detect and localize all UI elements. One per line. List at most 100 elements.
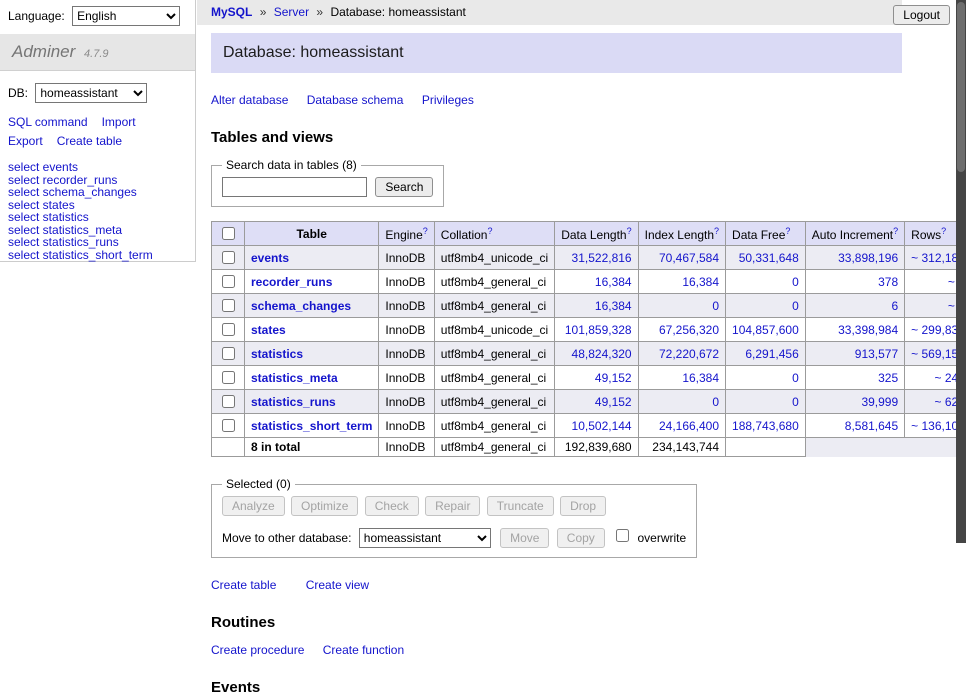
check-button[interactable]: Check — [365, 496, 419, 516]
drop-button[interactable]: Drop — [560, 496, 606, 516]
table-header-row: Table Engine? Collation? Data Length? In… — [212, 222, 966, 246]
app-name: Adminer — [12, 42, 75, 61]
create-view-link[interactable]: Create view — [306, 578, 369, 592]
help-link[interactable]: ? — [893, 226, 898, 236]
data-free-link[interactable]: 0 — [792, 371, 799, 385]
sidebar-select-statistics-short-term[interactable]: select statistics_short_term — [8, 248, 153, 262]
optimize-button[interactable]: Optimize — [291, 496, 358, 516]
table-row: states InnoDB utf8mb4_unicode_ci 101,859… — [212, 318, 966, 342]
select-all-checkbox[interactable] — [222, 227, 235, 240]
repair-button[interactable]: Repair — [425, 496, 480, 516]
help-link[interactable]: ? — [487, 226, 492, 236]
data-free-link[interactable]: 0 — [792, 299, 799, 313]
auto-increment-link[interactable]: 6 — [891, 299, 898, 313]
index-length-link[interactable]: 24,166,400 — [659, 419, 719, 433]
privileges-link[interactable]: Privileges — [422, 93, 474, 107]
logout-button[interactable]: Logout — [893, 5, 950, 25]
row-checkbox[interactable] — [222, 251, 235, 264]
scrollbar-thumb[interactable] — [957, 2, 965, 172]
index-length-link[interactable]: 16,384 — [682, 275, 719, 289]
help-link[interactable]: ? — [627, 226, 632, 236]
index-length-link[interactable]: 67,256,320 — [659, 323, 719, 337]
table-name-link[interactable]: schema_changes — [251, 299, 351, 313]
total-engine-cell: InnoDB — [379, 438, 434, 457]
move-button[interactable]: Move — [500, 528, 549, 548]
table-name-link[interactable]: statistics_meta — [251, 371, 338, 385]
index-length-link[interactable]: 72,220,672 — [659, 347, 719, 361]
column-header-collation: Collation? — [434, 222, 554, 246]
collation-cell: utf8mb4_general_ci — [434, 270, 554, 294]
data-length-link[interactable]: 31,522,816 — [572, 251, 632, 265]
help-link[interactable]: ? — [423, 226, 428, 236]
row-checkbox[interactable] — [222, 419, 235, 432]
sidebar-link-export[interactable]: Export — [8, 134, 43, 148]
help-link[interactable]: ? — [785, 226, 790, 236]
overwrite-checkbox[interactable] — [616, 529, 629, 542]
auto-increment-link[interactable]: 325 — [878, 371, 898, 385]
index-length-link[interactable]: 0 — [712, 299, 719, 313]
auto-increment-link[interactable]: 39,999 — [861, 395, 898, 409]
breadcrumb-mysql-link[interactable]: MySQL — [211, 5, 252, 19]
alter-database-link[interactable]: Alter database — [211, 93, 288, 107]
database-schema-link[interactable]: Database schema — [307, 93, 404, 107]
help-link[interactable]: ? — [941, 226, 946, 236]
data-length-link[interactable]: 10,502,144 — [572, 419, 632, 433]
row-checkbox[interactable] — [222, 275, 235, 288]
language-select[interactable]: English — [72, 6, 180, 26]
index-length-link[interactable]: 0 — [712, 395, 719, 409]
auto-increment-link[interactable]: 33,398,984 — [838, 323, 898, 337]
sidebar-actions: SQL command Import Export Create table — [0, 107, 195, 151]
copy-button[interactable]: Copy — [557, 528, 605, 548]
table-name-link[interactable]: statistics — [251, 347, 303, 361]
data-free-link[interactable]: 188,743,680 — [732, 419, 799, 433]
auto-increment-link[interactable]: 913,577 — [855, 347, 898, 361]
row-checkbox[interactable] — [222, 371, 235, 384]
data-length-link[interactable]: 49,152 — [595, 395, 632, 409]
create-function-link[interactable]: Create function — [323, 643, 404, 657]
data-free-link[interactable]: 0 — [792, 395, 799, 409]
auto-increment-link[interactable]: 33,898,196 — [838, 251, 898, 265]
auto-increment-link[interactable]: 8,581,645 — [845, 419, 898, 433]
index-length-link[interactable]: 16,384 — [682, 371, 719, 385]
row-checkbox[interactable] — [222, 323, 235, 336]
help-link[interactable]: ? — [714, 226, 719, 236]
table-name-link[interactable]: states — [251, 323, 286, 337]
sidebar-link-create-table[interactable]: Create table — [57, 134, 122, 148]
data-free-link[interactable]: 50,331,648 — [739, 251, 799, 265]
table-name-link[interactable]: statistics_runs — [251, 395, 336, 409]
sidebar-link-import[interactable]: Import — [102, 115, 136, 129]
data-free-link[interactable]: 104,857,600 — [732, 323, 799, 337]
breadcrumb-current: Database: homeassistant — [330, 5, 465, 19]
vertical-scrollbar[interactable] — [956, 0, 966, 543]
truncate-button[interactable]: Truncate — [487, 496, 554, 516]
row-checkbox[interactable] — [222, 299, 235, 312]
search-button[interactable]: Search — [375, 177, 433, 197]
sidebar-link-sql-command[interactable]: SQL command — [8, 115, 88, 129]
search-input[interactable] — [222, 177, 367, 197]
data-free-link[interactable]: 6,291,456 — [745, 347, 798, 361]
index-length-link[interactable]: 70,467,584 — [659, 251, 719, 265]
move-database-select[interactable]: homeassistant — [359, 528, 491, 548]
data-length-link[interactable]: 16,384 — [595, 299, 632, 313]
create-table-link[interactable]: Create table — [211, 578, 276, 592]
table-name-link[interactable]: recorder_runs — [251, 275, 332, 289]
data-length-link[interactable]: 48,824,320 — [572, 347, 632, 361]
data-length-link[interactable]: 16,384 — [595, 275, 632, 289]
analyze-button[interactable]: Analyze — [222, 496, 285, 516]
create-procedure-link[interactable]: Create procedure — [211, 643, 304, 657]
total-data-free-cell — [726, 438, 806, 457]
data-free-link[interactable]: 0 — [792, 275, 799, 289]
data-length-link[interactable]: 49,152 — [595, 371, 632, 385]
row-checkbox[interactable] — [222, 395, 235, 408]
table-name-link[interactable]: statistics_short_term — [251, 419, 372, 433]
table-name-link[interactable]: events — [251, 251, 289, 265]
auto-increment-link[interactable]: 378 — [878, 275, 898, 289]
selected-legend: Selected (0) — [222, 477, 295, 491]
column-header-engine: Engine? — [379, 222, 434, 246]
db-select[interactable]: homeassistant — [35, 83, 147, 103]
column-header-label: Table — [296, 227, 326, 241]
row-checkbox[interactable] — [222, 347, 235, 360]
data-length-link[interactable]: 101,859,328 — [565, 323, 632, 337]
db-row: DB: homeassistant — [0, 71, 195, 107]
breadcrumb-server-link[interactable]: Server — [274, 5, 309, 19]
